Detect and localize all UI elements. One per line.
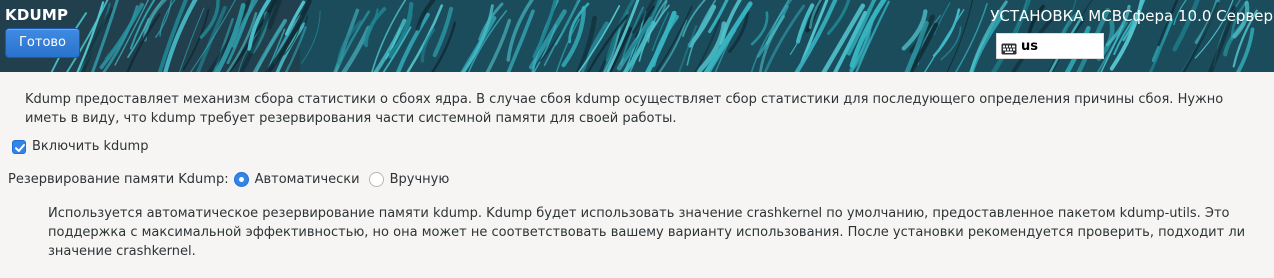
kdump-description: Kdump предоставляет механизм сбора стати… (25, 92, 1224, 126)
automatic-reservation-note: Используется автоматическое резервирован… (48, 206, 1246, 259)
radio-manual[interactable] (368, 172, 384, 187)
memory-reservation-row: Резервирование памяти Kdump: Автоматичес… (8, 172, 458, 187)
keyboard-layout-label: us (1021, 38, 1038, 54)
enable-kdump-checkbox[interactable] (12, 139, 26, 154)
product-title: УСТАНОВКА МСВСфера 10.0 Сервер (990, 7, 1273, 25)
screen-title: KDUMP (5, 6, 69, 24)
header-bar: KDUMP Готово УСТАНОВКА МСВСфера 10.0 Сер… (0, 0, 1274, 72)
checkmark-icon (15, 143, 25, 152)
done-button[interactable]: Готово (5, 28, 80, 58)
radio-manual-label[interactable]: Вручную (390, 172, 450, 187)
radio-automatic-label[interactable]: Автоматически (255, 172, 360, 187)
memory-reservation-label: Резервирование памяти Kdump: (8, 172, 229, 187)
enable-kdump-row[interactable]: Включить kdump (12, 139, 148, 154)
enable-kdump-label[interactable]: Включить kdump (32, 139, 148, 154)
keyboard-icon (1001, 40, 1017, 55)
keyboard-layout-indicator[interactable]: us (996, 33, 1104, 59)
radio-automatic[interactable] (233, 172, 249, 187)
